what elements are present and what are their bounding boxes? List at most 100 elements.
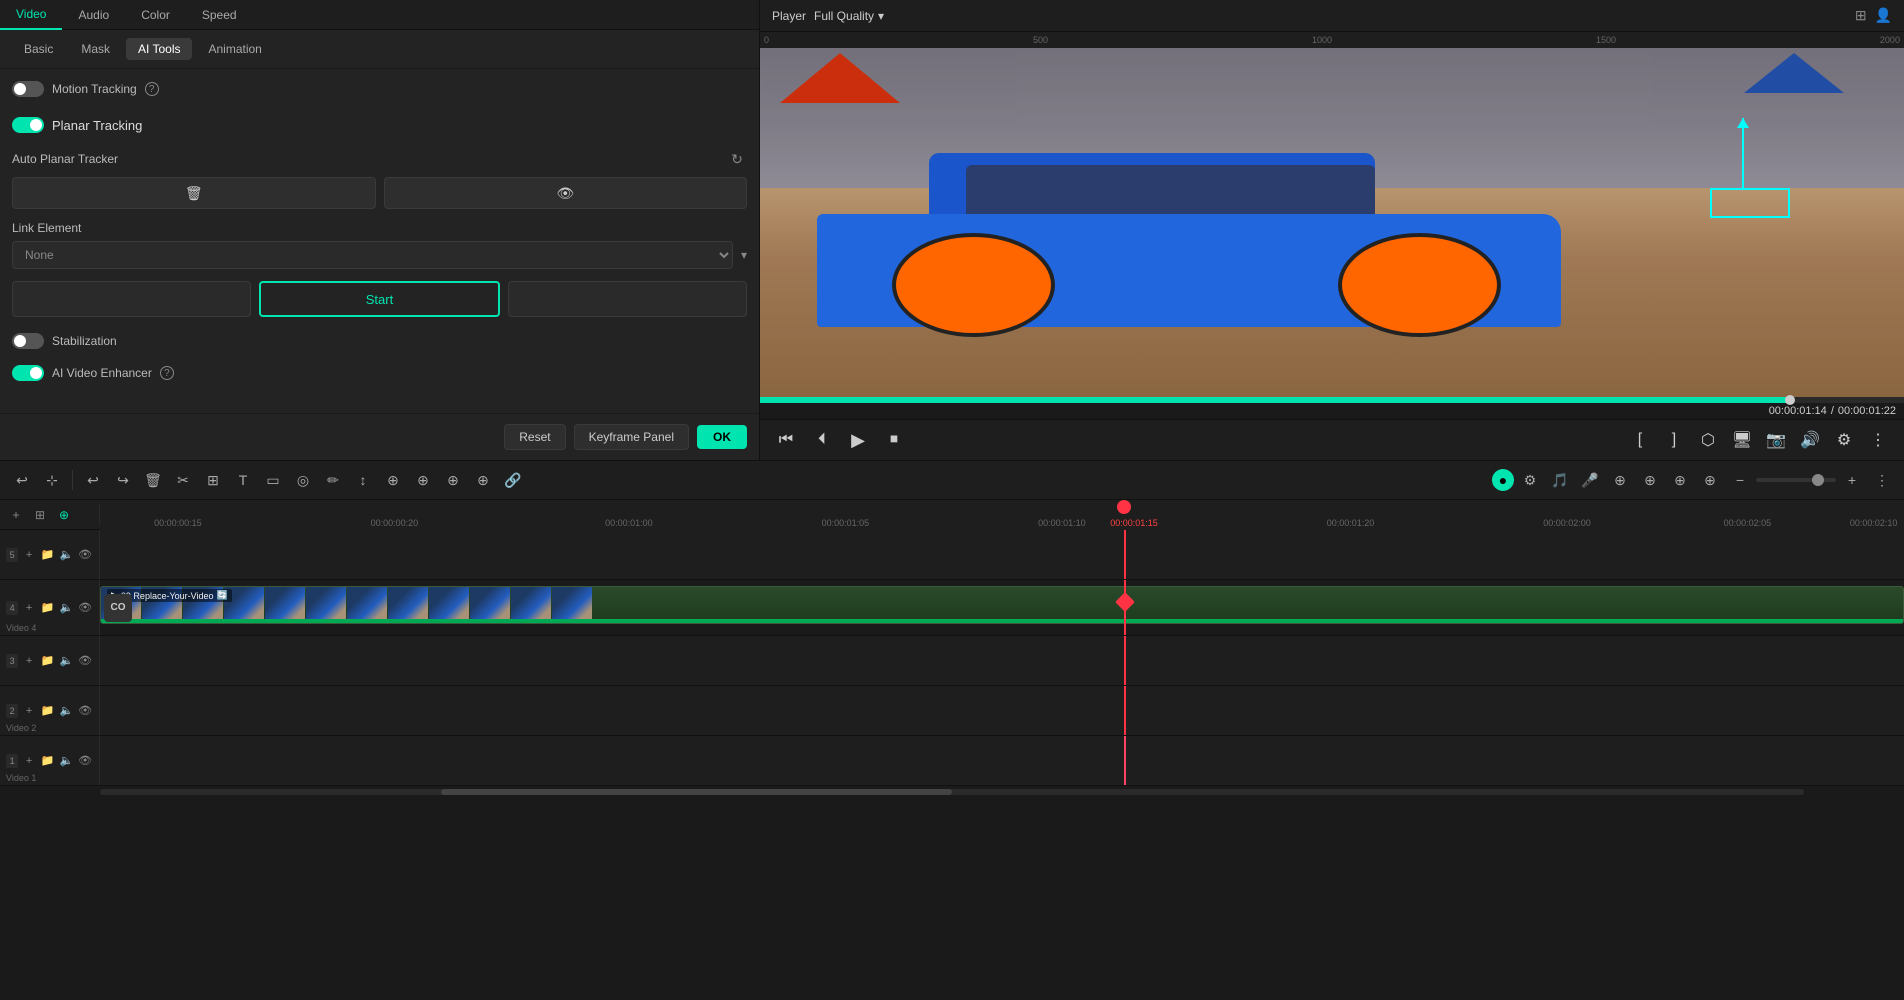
planar-tracking-toggle[interactable] — [12, 117, 44, 133]
quality-dropdown[interactable]: Full Quality ▾ — [814, 9, 884, 23]
stop-button[interactable]: ⏹ — [880, 426, 908, 454]
tab-speed[interactable]: Speed — [186, 0, 253, 30]
tracking-arrow-icon — [1742, 118, 1744, 188]
monitor-button[interactable]: 🖥 — [1728, 426, 1756, 454]
volume-button[interactable]: 🔊 — [1796, 426, 1824, 454]
track-1-eye-button[interactable]: 👁 — [77, 752, 93, 770]
circle-tool[interactable]: ◎ — [289, 466, 317, 494]
sub-tab-ai-tools[interactable]: AI Tools — [126, 38, 192, 60]
eye-tracker-button[interactable]: 👁 — [384, 177, 748, 209]
rect-tool[interactable]: ▭ — [259, 466, 287, 494]
track-3-number: 3 — [6, 654, 18, 668]
sub-tab-animation[interactable]: Animation — [196, 38, 273, 60]
track-4-add-button[interactable]: + — [21, 599, 37, 617]
frame-back-button[interactable]: ⏴ — [808, 426, 836, 454]
split-button[interactable]: ⊞ — [199, 466, 227, 494]
more-tools-button[interactable]: ⋮ — [1868, 466, 1896, 494]
playhead-track-2 — [1124, 686, 1126, 735]
screenshot-button[interactable]: 📷 — [1762, 426, 1790, 454]
ok-button[interactable]: OK — [697, 425, 747, 449]
undo-button[interactable]: ↩ — [8, 466, 36, 494]
scrollbar-thumb[interactable] — [441, 789, 952, 795]
stabilization-toggle[interactable] — [12, 333, 44, 349]
fx-button[interactable]: ⚙ — [1516, 466, 1544, 494]
mic-button[interactable]: 🎤 — [1576, 466, 1604, 494]
sticker-button[interactable]: ⊕ — [1606, 466, 1634, 494]
tool-trim[interactable]: ↩ — [79, 466, 107, 494]
track-3-eye-button[interactable]: 👁 — [77, 652, 93, 670]
motion-tracking-help-icon[interactable]: ? — [145, 82, 159, 96]
quality-dropdown-arrow-icon: ▾ — [878, 9, 884, 23]
text-tool[interactable]: T — [229, 466, 257, 494]
track-5-eye-button[interactable]: 👁 — [77, 546, 93, 564]
track-2-eye-button[interactable]: 👁 — [77, 702, 93, 720]
skip-back-button[interactable]: ⏮ — [772, 426, 800, 454]
track-5-add-button[interactable]: + — [21, 546, 37, 564]
pen-tool[interactable]: ✏ — [319, 466, 347, 494]
link-tool[interactable]: ⊕ — [409, 466, 437, 494]
delete-tracker-button[interactable]: 🗑 — [12, 177, 376, 209]
grid-icon[interactable]: ⊞ — [1855, 7, 1867, 24]
ai-video-enhancer-help-icon[interactable]: ? — [160, 366, 174, 380]
sub-tab-basic[interactable]: Basic — [12, 38, 65, 60]
track-2-add-button[interactable]: + — [21, 702, 37, 720]
track-5-audio-button[interactable]: 🔈 — [59, 546, 75, 564]
track-3-folder-button[interactable]: 📁 — [40, 652, 56, 670]
scrollbar-track[interactable] — [100, 789, 1804, 795]
zoom-slider[interactable] — [1756, 478, 1836, 482]
delete-button[interactable]: 🗑 — [139, 466, 167, 494]
caption-button[interactable]: ⊕ — [1666, 466, 1694, 494]
refresh-button[interactable]: ↻ — [727, 149, 747, 169]
track-1-folder-button[interactable]: 📁 — [40, 752, 56, 770]
transition-button[interactable]: ⊕ — [1696, 466, 1724, 494]
zoom-in-button[interactable]: + — [1838, 466, 1866, 494]
track-4-audio-button[interactable]: 🔈 — [59, 599, 75, 617]
move-tool[interactable]: ↕ — [349, 466, 377, 494]
track-2-content — [100, 686, 1904, 735]
tab-audio[interactable]: Audio — [62, 0, 125, 30]
player-progress-bar[interactable] — [760, 397, 1904, 403]
zoom-out-button[interactable]: − — [1726, 466, 1754, 494]
add-tool[interactable]: ⊕ — [379, 466, 407, 494]
tab-video[interactable]: Video — [0, 0, 62, 30]
timeline-magnet-button[interactable]: ⊕ — [54, 505, 74, 525]
layer-tool[interactable]: ⊕ — [439, 466, 467, 494]
track-1-audio-button[interactable]: 🔈 — [59, 752, 75, 770]
chain-tool[interactable]: 🔗 — [499, 466, 527, 494]
sub-tab-mask[interactable]: Mask — [69, 38, 122, 60]
track-1-add-button[interactable]: + — [21, 752, 37, 770]
cut-button[interactable]: ✂ — [169, 466, 197, 494]
track-2-audio-button[interactable]: 🔈 — [59, 702, 75, 720]
link-element-dropdown[interactable]: None — [12, 241, 733, 269]
motion-tracking-toggle[interactable] — [12, 81, 44, 97]
track-3-audio-button[interactable]: 🔈 — [59, 652, 75, 670]
export-frame-button[interactable]: ⬡ — [1694, 426, 1722, 454]
track-2-folder-button[interactable]: 📁 — [40, 702, 56, 720]
timeline-grid-button[interactable]: ⊞ — [30, 505, 50, 525]
subtitle-button[interactable]: ⊕ — [1636, 466, 1664, 494]
mark-in-button[interactable]: [ — [1626, 426, 1654, 454]
track-5-folder-button[interactable]: 📁 — [40, 546, 56, 564]
video-clip-4[interactable]: ▶ 09 Replace-Your-Video 🔄 — [100, 586, 1904, 624]
expand-tool[interactable]: ⊕ — [469, 466, 497, 494]
track-4-eye-button[interactable]: 👁 — [77, 599, 93, 617]
tool-select[interactable]: ⊹ — [38, 466, 66, 494]
mark-out-button[interactable]: ] — [1660, 426, 1688, 454]
more-button[interactable]: ⋮ — [1864, 426, 1892, 454]
track-4-folder-button[interactable]: 📁 — [40, 599, 56, 617]
track-4-content[interactable]: ▶ 09 Replace-Your-Video 🔄 — [100, 580, 1904, 635]
track-1-number: 1 — [6, 754, 18, 768]
timeline-add-button[interactable]: + — [6, 505, 26, 525]
record-button[interactable]: ● — [1492, 469, 1514, 491]
ai-video-enhancer-toggle[interactable] — [12, 365, 44, 381]
user-icon[interactable]: 👤 — [1875, 7, 1892, 24]
track-3-add-button[interactable]: + — [21, 652, 37, 670]
settings-button[interactable]: ⚙ — [1830, 426, 1858, 454]
tab-color[interactable]: Color — [125, 0, 186, 30]
tool-redo[interactable]: ↪ — [109, 466, 137, 494]
audio-button[interactable]: 🎵 — [1546, 466, 1574, 494]
reset-button[interactable]: Reset — [504, 424, 565, 450]
keyframe-panel-button[interactable]: Keyframe Panel — [574, 424, 689, 450]
play-button[interactable]: ▶ — [844, 426, 872, 454]
start-button[interactable]: Start — [259, 281, 500, 317]
